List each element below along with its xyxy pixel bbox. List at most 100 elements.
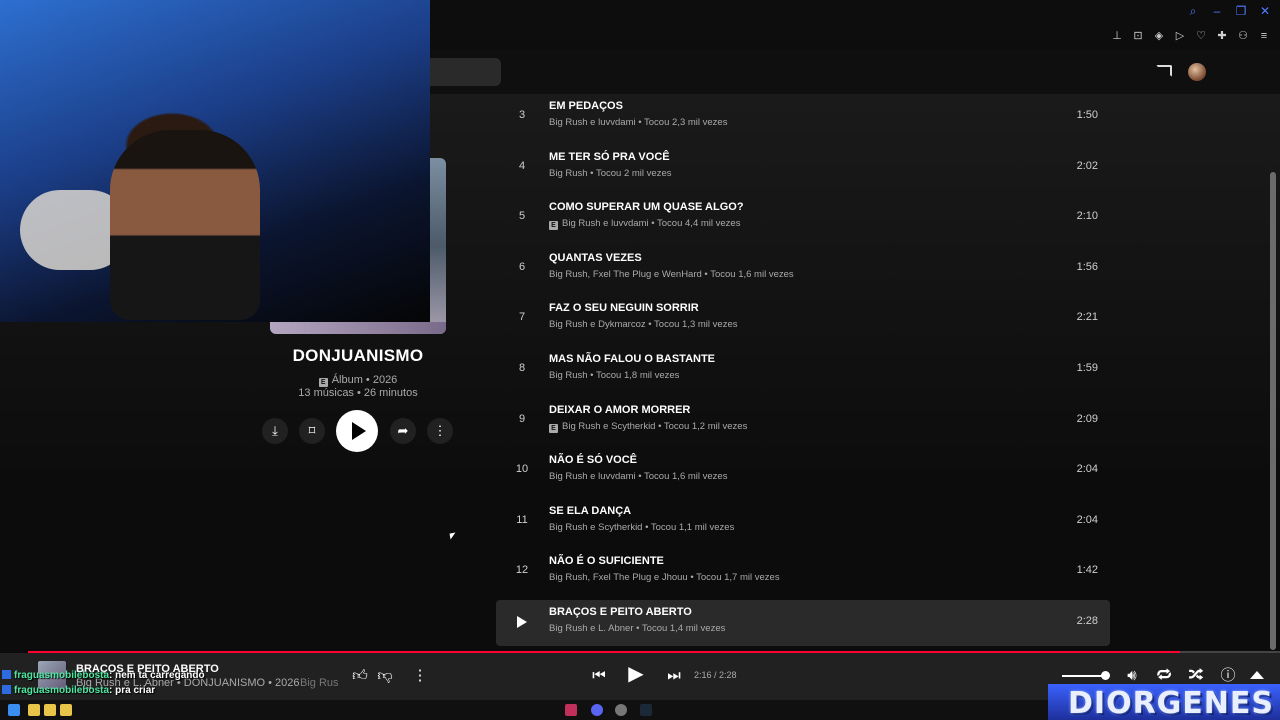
minimize-icon[interactable]: – bbox=[1210, 4, 1224, 18]
track-row[interactable]: 6 QUANTAS VEZES Big Rush, Fxel The Plug e … bbox=[496, 246, 1110, 292]
profile-icon[interactable]: ⚇ bbox=[1237, 30, 1249, 42]
track-title[interactable]: QUANTAS VEZES bbox=[549, 252, 642, 264]
puzzle-icon[interactable]: ✚ bbox=[1216, 30, 1228, 42]
folder-icon[interactable] bbox=[28, 704, 40, 716]
track-title[interactable]: NÃO É SÓ VOCÊ bbox=[549, 454, 637, 466]
info-icon[interactable]: ⓘ bbox=[1218, 666, 1238, 686]
play-icon[interactable] bbox=[517, 616, 527, 628]
track-artist[interactable]: Big Rush e luvvdami • Tocou 1,6 mil veze… bbox=[549, 471, 727, 482]
track-row[interactable]: 7 FAZ O SEU NEGUIN SORRIR Big Rush e Dykma… bbox=[496, 296, 1110, 342]
track-artist[interactable]: Big Rush • Tocou 2 mil vezes bbox=[549, 168, 671, 179]
folder-icon[interactable] bbox=[60, 704, 72, 716]
track-title[interactable]: NÃO É O SUFICIENTE bbox=[549, 555, 664, 567]
avatar[interactable] bbox=[1188, 63, 1206, 81]
track-duration: 2:04 bbox=[1076, 513, 1098, 526]
track-artist[interactable]: Big Rush e luvvdami • Tocou 2,3 mil veze… bbox=[549, 117, 727, 128]
track-row[interactable]: 11 SE ELA DANÇA Big Rush e Scytherkid • To… bbox=[496, 499, 1110, 545]
share-button[interactable]: ➦ bbox=[390, 418, 416, 444]
track-artist[interactable]: Big Rush e Scytherkid • Tocou 1,1 mil ve… bbox=[549, 522, 734, 533]
track-title[interactable]: FAZ O SEU NEGUIN SORRIR bbox=[549, 302, 699, 314]
extensions-bar: ⊥ ⊡ ◈ ▷ ♡ ✚ ⚇ ≡ bbox=[1111, 30, 1270, 42]
crop-icon[interactable]: ⊡ bbox=[1132, 30, 1144, 42]
discord-icon[interactable] bbox=[591, 704, 603, 716]
track-duration: 2:21 bbox=[1076, 311, 1098, 324]
track-title[interactable]: SE ELA DANÇA bbox=[549, 505, 631, 517]
play-extension-icon[interactable]: ▷ bbox=[1174, 30, 1186, 42]
play-icon[interactable]: ▶ bbox=[626, 664, 646, 684]
save-button[interactable]: ⌑ bbox=[299, 418, 325, 444]
pin-icon[interactable]: ⊥ bbox=[1111, 30, 1123, 42]
track-duration: 1:50 bbox=[1076, 109, 1098, 121]
play-album-button[interactable] bbox=[336, 410, 378, 452]
more-button[interactable]: ⋮ bbox=[427, 418, 453, 444]
track-artist[interactable]: Big Rush • Tocou 1,8 mil vezes bbox=[549, 370, 679, 381]
track-row[interactable]: 5 COMO SUPERAR UM QUASE ALGO? E Big Rush e … bbox=[496, 195, 1110, 241]
track-artist-text: Big Rush • Tocou 1,8 mil vezes bbox=[549, 370, 680, 381]
track-title[interactable]: BRAÇOS E PEITO ABERTO bbox=[549, 606, 692, 618]
mouse-cursor bbox=[449, 532, 457, 540]
search-input[interactable] bbox=[420, 58, 501, 86]
chat-badge-icon bbox=[2, 670, 11, 679]
folder-icon[interactable] bbox=[44, 704, 56, 716]
download-button[interactable]: ⤓ bbox=[262, 418, 288, 444]
album-actions: ⤓ ⌑ ➦ ⋮ bbox=[262, 410, 458, 452]
webcam-overlay bbox=[0, 0, 430, 322]
track-title[interactable]: ME TER SÓ PRA VOCÊ bbox=[549, 151, 670, 163]
track-duration: 1:59 bbox=[1076, 362, 1098, 374]
browser-taskbar-icon[interactable] bbox=[565, 704, 577, 716]
track-number: 10 bbox=[515, 463, 529, 476]
track-row[interactable]: 9 DEIXAR O AMOR MORRER E Big Rush e Scyther… bbox=[496, 398, 1110, 444]
repeat-icon[interactable]: 🔁︎ bbox=[1154, 666, 1174, 686]
steam-icon[interactable] bbox=[640, 704, 652, 716]
volume-handle[interactable] bbox=[1101, 671, 1110, 680]
dislike-icon[interactable]: 👎︎ bbox=[375, 666, 395, 686]
track-artist[interactable]: E Big Rush e Scytherkid • Tocou 1,2 mil v… bbox=[549, 421, 747, 433]
track-artist[interactable]: Big Rush e L. Abner • Tocou 1,4 mil veze… bbox=[549, 623, 725, 634]
next-icon[interactable]: ⏭ bbox=[664, 666, 684, 686]
track-artist[interactable]: E Big Rush e luvvdami • Tocou 4,4 mil vez… bbox=[549, 218, 741, 231]
track-title[interactable]: MAS NÃO FALOU O BASTANTE bbox=[549, 353, 715, 365]
track-title[interactable]: COMO SUPERAR UM QUASE ALGO? bbox=[549, 201, 744, 213]
app-icon[interactable] bbox=[615, 704, 627, 716]
track-artist[interactable]: Big Rush, Fxel The Plug e WenHard • Toco… bbox=[549, 269, 794, 280]
expand-player-icon[interactable] bbox=[1250, 671, 1264, 679]
track-row[interactable]: 4 ME TER SÓ PRA VOCÊ Big Rush • Tocou 2 mi… bbox=[496, 145, 1110, 191]
track-artist-text: Big Rush e luvvdami • Tocou 4,4 mil veze… bbox=[562, 218, 741, 230]
search-icon[interactable]: ⌕ bbox=[1186, 4, 1200, 18]
album-stats: 13 músicas • 26 minutos bbox=[298, 387, 418, 399]
more-icon[interactable]: ⋮ bbox=[410, 666, 430, 686]
heart-icon[interactable]: ♡ bbox=[1195, 30, 1207, 42]
album-title: DONJUANISMO bbox=[292, 346, 424, 365]
shield-icon[interactable]: ◈ bbox=[1153, 30, 1165, 42]
shuffle-icon[interactable]: 🔀︎ bbox=[1186, 666, 1206, 686]
scrollbar[interactable] bbox=[1270, 172, 1276, 650]
explicit-badge: E bbox=[549, 221, 558, 231]
track-title[interactable]: EM PEDAÇOS bbox=[549, 100, 623, 112]
track-title[interactable]: DEIXAR O AMOR MORRER bbox=[549, 404, 690, 416]
track-artist[interactable]: Big Rush e Dykmarcoz • Tocou 1,3 mil vez… bbox=[549, 319, 737, 330]
track-artist[interactable]: Big Rush, Fxel The Plug e Jhouu • Tocou … bbox=[549, 572, 780, 583]
track-row[interactable]: BRAÇOS E PEITO ABERTO Big Rush e L. Abner… bbox=[496, 600, 1110, 646]
track-duration: 2:02 bbox=[1076, 159, 1098, 172]
restore-icon[interactable]: ❐ bbox=[1234, 4, 1248, 18]
track-artist-text: Big Rush e Scytherkid • Tocou 1,1 mil ve… bbox=[549, 521, 735, 533]
track-row[interactable]: 12 NÃO É O SUFICIENTE Big Rush, Fxel The P… bbox=[496, 549, 1110, 595]
track-number: 5 bbox=[518, 210, 526, 223]
windows-start-icon[interactable] bbox=[8, 704, 20, 716]
track-artist-text: Big Rush, Fxel The Plug e Jhouu • Tocou … bbox=[549, 572, 780, 584]
explicit-badge: E bbox=[318, 378, 328, 387]
track-number: 12 bbox=[515, 564, 529, 577]
track-artist-text: Big Rush e luvvdami • Tocou 1,6 mil veze… bbox=[549, 471, 728, 483]
previous-icon[interactable]: ⏮ bbox=[589, 666, 609, 686]
cast-icon[interactable] bbox=[1156, 65, 1172, 77]
now-playing-subtitle-scroll: Big Rus bbox=[300, 677, 339, 689]
like-icon[interactable]: 👍︎ bbox=[350, 666, 370, 686]
volume-icon[interactable]: 🔊︎ bbox=[1122, 666, 1142, 686]
track-row[interactable]: 8 MAS NÃO FALOU O BASTANTE Big Rush • Toco… bbox=[496, 347, 1110, 393]
track-row[interactable]: 10 NÃO É SÓ VOCÊ Big Rush e luvvdami • Toc… bbox=[496, 448, 1110, 494]
menu-icon[interactable]: ≡ bbox=[1258, 30, 1270, 42]
track-row[interactable]: 3 EM PEDAÇOS Big Rush e luvvdami • Tocou 2… bbox=[496, 94, 1110, 140]
close-icon[interactable]: ✕ bbox=[1258, 4, 1272, 18]
album-cover bbox=[430, 158, 446, 334]
stream-brand-text: DIORGENES bbox=[1068, 686, 1274, 720]
